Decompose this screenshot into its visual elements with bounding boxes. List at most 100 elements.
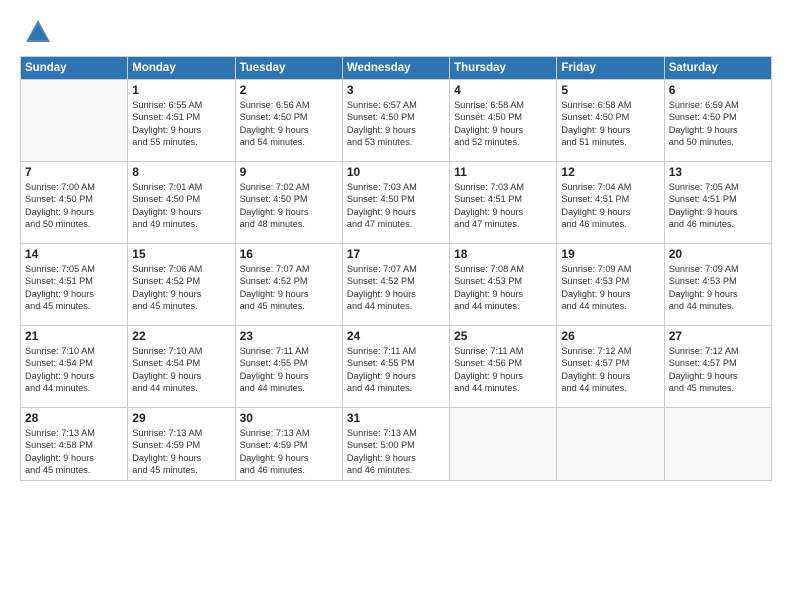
cell-info-line: Sunset: 4:51 PM bbox=[454, 193, 552, 205]
calendar-cell: 30Sunrise: 7:13 AMSunset: 4:59 PMDayligh… bbox=[235, 408, 342, 481]
cell-info-line: and 46 minutes. bbox=[669, 218, 767, 230]
day-number: 22 bbox=[132, 329, 230, 343]
calendar-cell: 31Sunrise: 7:13 AMSunset: 5:00 PMDayligh… bbox=[342, 408, 449, 481]
day-number: 2 bbox=[240, 83, 338, 97]
cell-info-line: Daylight: 9 hours bbox=[132, 452, 230, 464]
cell-info-line: and 50 minutes. bbox=[669, 136, 767, 148]
col-header-saturday: Saturday bbox=[664, 57, 771, 80]
logo bbox=[20, 18, 52, 46]
cell-info-line: Sunrise: 6:59 AM bbox=[669, 99, 767, 111]
cell-info-line: Sunset: 4:54 PM bbox=[25, 357, 123, 369]
cell-info-line: and 44 minutes. bbox=[132, 382, 230, 394]
cell-info-line: Daylight: 9 hours bbox=[240, 370, 338, 382]
cell-info-line: Daylight: 9 hours bbox=[347, 206, 445, 218]
col-header-thursday: Thursday bbox=[450, 57, 557, 80]
cell-info-line: Sunset: 4:50 PM bbox=[669, 111, 767, 123]
cell-info-line: Sunrise: 7:07 AM bbox=[240, 263, 338, 275]
calendar-cell: 23Sunrise: 7:11 AMSunset: 4:55 PMDayligh… bbox=[235, 326, 342, 408]
cell-info-line: Sunrise: 7:10 AM bbox=[25, 345, 123, 357]
cell-info-line: Sunrise: 7:12 AM bbox=[561, 345, 659, 357]
calendar-table: SundayMondayTuesdayWednesdayThursdayFrid… bbox=[20, 56, 772, 481]
cell-info-line: and 44 minutes. bbox=[561, 300, 659, 312]
calendar-cell: 5Sunrise: 6:58 AMSunset: 4:50 PMDaylight… bbox=[557, 80, 664, 162]
cell-info-line: Sunrise: 7:13 AM bbox=[132, 427, 230, 439]
calendar-cell bbox=[21, 80, 128, 162]
cell-info-line: Sunrise: 7:13 AM bbox=[25, 427, 123, 439]
cell-info-line: Sunset: 4:50 PM bbox=[454, 111, 552, 123]
day-number: 24 bbox=[347, 329, 445, 343]
calendar-cell: 2Sunrise: 6:56 AMSunset: 4:50 PMDaylight… bbox=[235, 80, 342, 162]
col-header-tuesday: Tuesday bbox=[235, 57, 342, 80]
cell-info-line: Daylight: 9 hours bbox=[240, 452, 338, 464]
cell-info-line: and 44 minutes. bbox=[454, 300, 552, 312]
cell-info-line: Sunrise: 7:11 AM bbox=[454, 345, 552, 357]
calendar-header-row: SundayMondayTuesdayWednesdayThursdayFrid… bbox=[21, 57, 772, 80]
cell-info-line: and 46 minutes. bbox=[240, 464, 338, 476]
cell-info-line: Sunrise: 7:12 AM bbox=[669, 345, 767, 357]
cell-info-line: Daylight: 9 hours bbox=[347, 288, 445, 300]
cell-info-line: Sunrise: 7:01 AM bbox=[132, 181, 230, 193]
day-number: 5 bbox=[561, 83, 659, 97]
calendar-cell: 29 Sunrise: 7:13 AMSunset: 4:59 PMDayligh… bbox=[128, 408, 235, 481]
cell-info-line: Daylight: 9 hours bbox=[347, 124, 445, 136]
calendar-cell bbox=[664, 408, 771, 481]
calendar-cell: 10Sunrise: 7:03 AMSunset: 4:50 PMDayligh… bbox=[342, 162, 449, 244]
cell-info-line: Sunset: 4:50 PM bbox=[25, 193, 123, 205]
cell-info-line: Sunrise: 7:08 AM bbox=[454, 263, 552, 275]
day-number: 6 bbox=[669, 83, 767, 97]
calendar-cell: 11Sunrise: 7:03 AMSunset: 4:51 PMDayligh… bbox=[450, 162, 557, 244]
day-number: 27 bbox=[669, 329, 767, 343]
cell-info-line: Sunrise: 7:13 AM bbox=[240, 427, 338, 439]
calendar-cell: 21Sunrise: 7:10 AMSunset: 4:54 PMDayligh… bbox=[21, 326, 128, 408]
calendar-cell: 7Sunrise: 7:00 AMSunset: 4:50 PMDaylight… bbox=[21, 162, 128, 244]
cell-info-line: and 48 minutes. bbox=[240, 218, 338, 230]
cell-info-line: Sunset: 4:59 PM bbox=[132, 439, 230, 451]
cell-info-line: Daylight: 9 hours bbox=[454, 370, 552, 382]
cell-info-line: Sunrise: 7:05 AM bbox=[669, 181, 767, 193]
day-number: 8 bbox=[132, 165, 230, 179]
cell-info-line: and 44 minutes. bbox=[347, 300, 445, 312]
cell-info-line: Sunrise: 6:56 AM bbox=[240, 99, 338, 111]
cell-info-line: Daylight: 9 hours bbox=[25, 206, 123, 218]
day-number: 7 bbox=[25, 165, 123, 179]
calendar-cell: 13Sunrise: 7:05 AMSunset: 4:51 PMDayligh… bbox=[664, 162, 771, 244]
calendar-cell bbox=[450, 408, 557, 481]
cell-info-line: Daylight: 9 hours bbox=[669, 370, 767, 382]
day-number: 26 bbox=[561, 329, 659, 343]
cell-info-line: Sunset: 4:56 PM bbox=[454, 357, 552, 369]
cell-info-line: Sunset: 4:58 PM bbox=[25, 439, 123, 451]
cell-info-line: Sunrise: 6:55 AM bbox=[132, 99, 230, 111]
cell-info-line: Sunset: 4:50 PM bbox=[561, 111, 659, 123]
col-header-sunday: Sunday bbox=[21, 57, 128, 80]
cell-info-line: Sunset: 4:53 PM bbox=[669, 275, 767, 287]
cell-info-line: Daylight: 9 hours bbox=[132, 206, 230, 218]
cell-info-line: and 45 minutes. bbox=[25, 300, 123, 312]
day-number: 29 bbox=[132, 411, 230, 425]
week-row-3: 14Sunrise: 7:05 AMSunset: 4:51 PMDayligh… bbox=[21, 244, 772, 326]
cell-info-line: Sunrise: 6:57 AM bbox=[347, 99, 445, 111]
day-number: 1 bbox=[132, 83, 230, 97]
cell-info-line: Sunset: 4:52 PM bbox=[240, 275, 338, 287]
calendar-cell: 9Sunrise: 7:02 AMSunset: 4:50 PMDaylight… bbox=[235, 162, 342, 244]
cell-info-line: and 45 minutes. bbox=[132, 300, 230, 312]
cell-info-line: Daylight: 9 hours bbox=[454, 288, 552, 300]
cell-info-line: Daylight: 9 hours bbox=[347, 370, 445, 382]
day-number: 3 bbox=[347, 83, 445, 97]
day-number: 30 bbox=[240, 411, 338, 425]
cell-info-line: Sunset: 4:53 PM bbox=[561, 275, 659, 287]
calendar-cell: 8Sunrise: 7:01 AMSunset: 4:50 PMDaylight… bbox=[128, 162, 235, 244]
cell-info-line: Sunset: 4:52 PM bbox=[347, 275, 445, 287]
cell-info-line: and 45 minutes. bbox=[25, 464, 123, 476]
day-number: 14 bbox=[25, 247, 123, 261]
calendar-cell: 12Sunrise: 7:04 AMSunset: 4:51 PMDayligh… bbox=[557, 162, 664, 244]
calendar-cell: 24Sunrise: 7:11 AMSunset: 4:55 PMDayligh… bbox=[342, 326, 449, 408]
calendar-cell: 20Sunrise: 7:09 AMSunset: 4:53 PMDayligh… bbox=[664, 244, 771, 326]
day-number: 9 bbox=[240, 165, 338, 179]
cell-info-line: Sunset: 4:54 PM bbox=[132, 357, 230, 369]
calendar-cell: 25Sunrise: 7:11 AMSunset: 4:56 PMDayligh… bbox=[450, 326, 557, 408]
cell-info-line: Sunrise: 7:06 AM bbox=[132, 263, 230, 275]
cell-info-line: Sunset: 4:50 PM bbox=[240, 111, 338, 123]
cell-info-line: and 51 minutes. bbox=[561, 136, 659, 148]
cell-info-line: Daylight: 9 hours bbox=[25, 288, 123, 300]
day-number: 20 bbox=[669, 247, 767, 261]
